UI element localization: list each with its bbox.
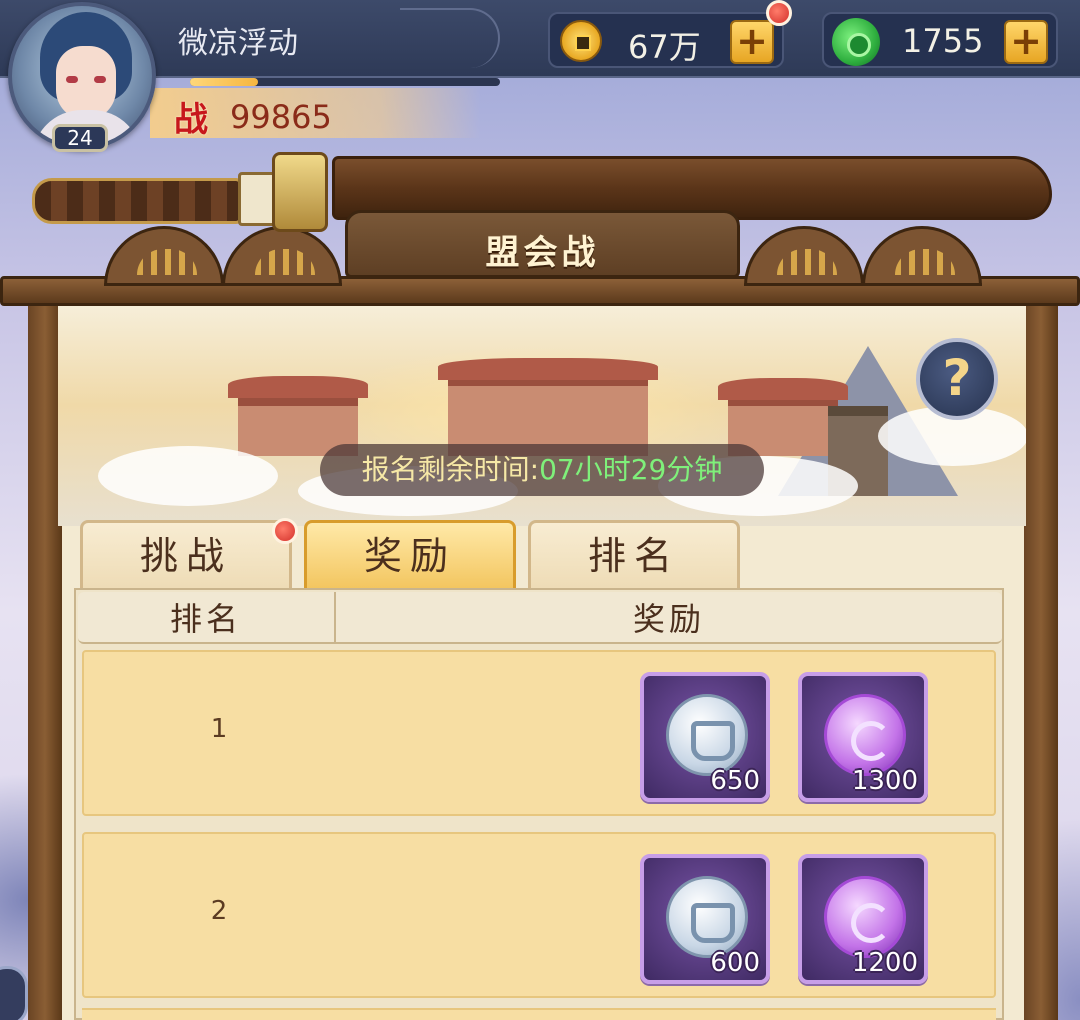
reward-item[interactable]: 650 <box>640 672 770 802</box>
fan-ornament <box>862 226 982 286</box>
scene-roof <box>228 376 368 398</box>
column-header-reward: 奖励 <box>632 600 705 638</box>
add-copper-button[interactable]: + <box>730 20 774 64</box>
page-title: 盟会战 <box>485 233 600 273</box>
fan-ornament <box>744 226 864 286</box>
reward-item[interactable]: 1300 <box>798 672 928 802</box>
silver-token-icon <box>666 694 748 776</box>
fan-ornament <box>222 226 342 286</box>
sword-handle <box>32 178 242 224</box>
notification-dot <box>766 0 792 26</box>
reward-count: 1300 <box>851 766 918 796</box>
reward-table: 排名 奖励 1 650 1300 2 600 1200 <box>74 588 1004 1020</box>
table-row <box>82 1008 996 1020</box>
silver-token-icon <box>666 876 748 958</box>
add-jade-button[interactable]: + <box>1004 20 1048 64</box>
avatar-face <box>56 46 116 120</box>
copper-amount: 67万 <box>628 28 701 66</box>
signup-timer-value: 07小时29分钟 <box>539 453 723 486</box>
sword-guard <box>272 152 328 232</box>
reward-item[interactable]: 600 <box>640 854 770 984</box>
rank-number: 1 <box>210 714 228 744</box>
jade-amount: 1755 <box>902 22 984 60</box>
reward-count: 600 <box>710 948 760 978</box>
title-plaque: 盟会战 <box>345 210 740 278</box>
avatar-eye <box>66 76 78 83</box>
rank-number: 2 <box>210 896 228 926</box>
tab-challenge[interactable]: 挑战 <box>80 520 292 588</box>
fan-ornament <box>104 226 224 286</box>
name-decoration <box>400 8 500 68</box>
table-row: 1 650 1300 <box>82 650 996 816</box>
notification-dot <box>272 518 298 544</box>
frame-pillar-left <box>28 300 62 1020</box>
combat-power-label: 战 <box>174 100 208 140</box>
jade-currency: 1755 + <box>822 12 1058 68</box>
signup-timer: 报名剩余时间:07小时29分钟 <box>320 444 764 496</box>
side-menu-toggle[interactable] <box>0 966 28 1020</box>
table-header: 排名 奖励 <box>78 592 1002 644</box>
exp-bar <box>190 78 500 86</box>
help-button[interactable]: ? <box>916 338 998 420</box>
purple-token-icon <box>824 694 906 776</box>
avatar-eye <box>94 76 106 83</box>
table-row: 2 600 1200 <box>82 832 996 998</box>
scene-roof <box>438 358 658 380</box>
jade-icon <box>832 18 880 66</box>
tab-rank[interactable]: 排名 <box>528 520 740 588</box>
purple-token-icon <box>824 876 906 958</box>
exp-bar-fill <box>190 78 259 86</box>
signup-timer-label: 报名剩余时间: <box>361 453 540 486</box>
reward-item[interactable]: 1200 <box>798 854 928 984</box>
column-header-rank: 排名 <box>78 592 336 644</box>
player-level-badge: 24 <box>52 124 108 152</box>
reward-count: 1200 <box>851 948 918 978</box>
player-name: 微凉浮动 <box>178 26 298 61</box>
scene-cloud <box>98 446 278 506</box>
combat-power-value: 99865 <box>230 98 332 136</box>
scene-roof <box>718 378 848 400</box>
reward-count: 650 <box>710 766 760 796</box>
sword-collar <box>238 172 276 226</box>
tab-reward[interactable]: 奖励 <box>304 520 516 588</box>
copper-currency: 67万 + <box>548 12 784 68</box>
copper-coin-icon <box>560 20 602 62</box>
frame-pillar-right <box>1024 300 1058 1020</box>
